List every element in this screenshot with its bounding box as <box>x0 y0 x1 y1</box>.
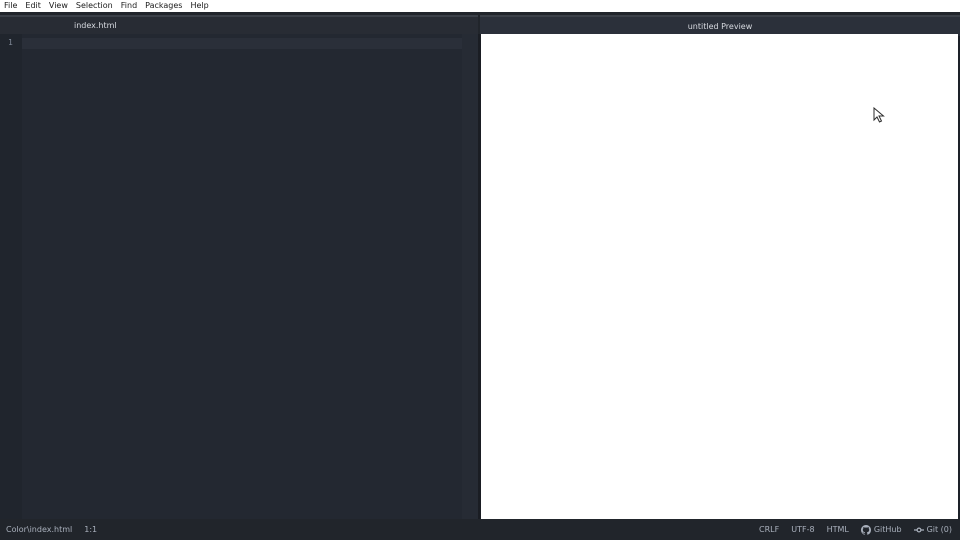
github-button[interactable]: GitHub <box>860 524 902 535</box>
code-editor[interactable]: 1 <box>0 34 478 519</box>
tab-preview[interactable]: untitled Preview <box>480 15 960 36</box>
grammar-selector[interactable]: HTML <box>827 525 849 534</box>
editor-scrollbar[interactable] <box>462 34 478 519</box>
line-number: 1 <box>8 38 13 47</box>
menu-selection[interactable]: Selection <box>72 0 117 12</box>
tab-index-html[interactable]: index.html <box>0 15 478 34</box>
github-label: GitHub <box>873 525 902 534</box>
menu-packages[interactable]: Packages <box>141 0 186 12</box>
cursor-position[interactable]: 1:1 <box>84 525 97 534</box>
git-commit-icon <box>913 527 924 532</box>
git-label: Git (0) <box>926 525 952 534</box>
tab-label: untitled Preview <box>687 22 753 31</box>
menu-bar: File Edit View Selection Find Packages H… <box>0 0 960 12</box>
menu-find[interactable]: Find <box>117 0 141 12</box>
menu-help[interactable]: Help <box>186 0 212 12</box>
line-number-gutter: 1 <box>0 34 22 519</box>
github-icon <box>860 524 871 535</box>
status-bar: Color\index.html 1:1 CRLF UTF-8 HTML Git… <box>0 519 960 540</box>
encoding-selector[interactable]: UTF-8 <box>791 525 814 534</box>
file-path[interactable]: Color\index.html <box>6 525 72 534</box>
tab-bar: index.html untitled Preview <box>0 12 960 36</box>
mouse-pointer-icon <box>873 107 885 123</box>
tab-label: index.html <box>74 21 117 30</box>
menu-view[interactable]: View <box>45 0 72 12</box>
atom-editor-window: File Edit View Selection Find Packages H… <box>0 0 960 540</box>
menu-edit[interactable]: Edit <box>21 0 45 12</box>
menu-file[interactable]: File <box>0 0 21 12</box>
line-ending-selector[interactable]: CRLF <box>759 525 779 534</box>
current-line-highlight <box>22 38 462 49</box>
html-preview-pane[interactable] <box>481 34 958 519</box>
git-button[interactable]: Git (0) <box>913 525 952 535</box>
